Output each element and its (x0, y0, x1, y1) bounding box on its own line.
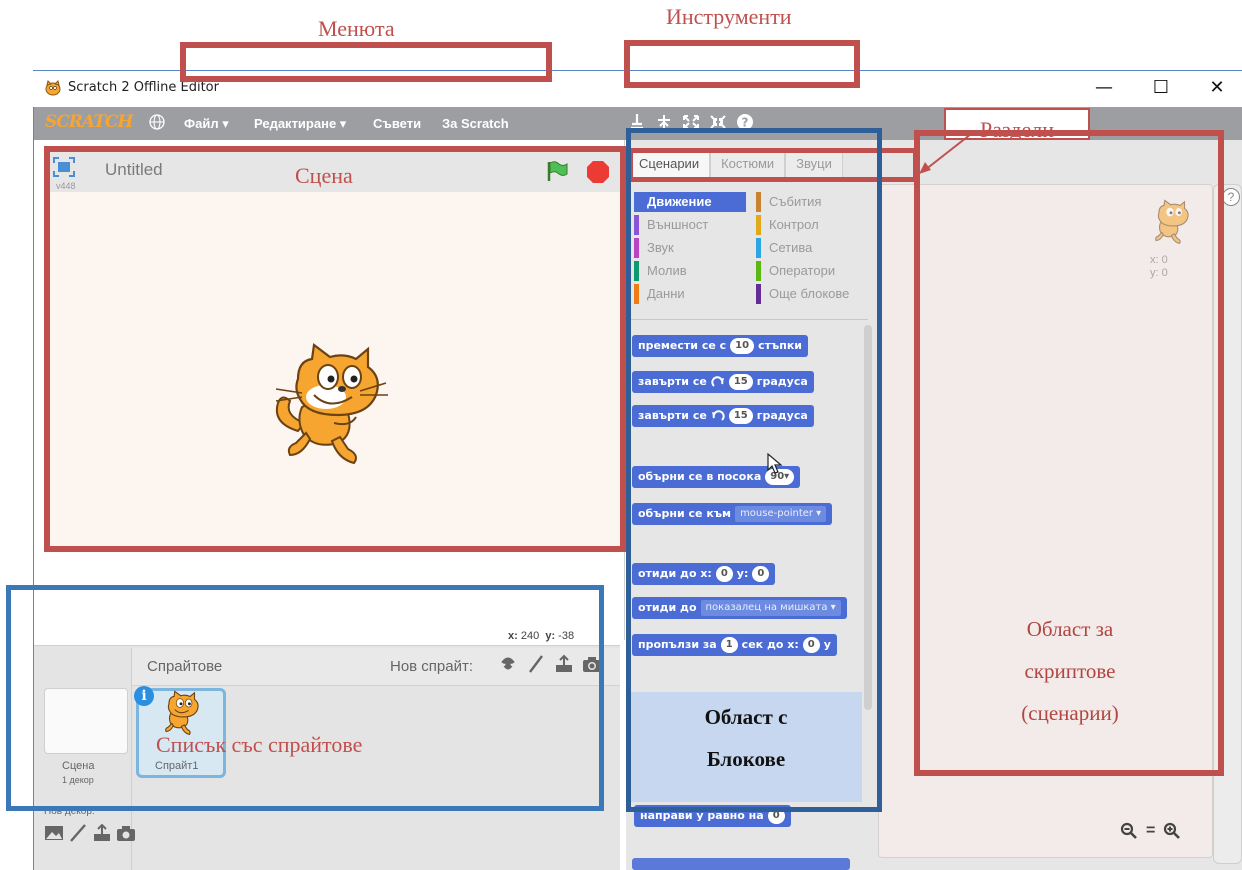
annotation-tools-box (624, 40, 860, 88)
close-button[interactable]: ✕ (1197, 74, 1237, 102)
annotation-sprite-list-label: Списък със спрайтове (156, 732, 363, 757)
annotation-blocks-label-1: Област с (704, 705, 788, 729)
annotation-stage-label: Сцена (295, 163, 353, 188)
zoom-controls: = (1120, 822, 1181, 840)
menu-edit[interactable]: Редактиране ▾ (254, 116, 346, 132)
globe-icon[interactable] (148, 113, 166, 131)
annotation-blocks-label-2: Блокове (706, 747, 786, 771)
window-title: Scratch 2 Offline Editor (68, 80, 219, 95)
menu-about[interactable]: За Scratch (442, 116, 509, 131)
annotation-scripts-label-2: скриптове (1024, 659, 1116, 683)
zoom-in-icon[interactable] (1163, 822, 1181, 840)
zoom-out-icon[interactable] (1120, 822, 1138, 840)
annotation-menus-box (180, 42, 552, 82)
help-icon[interactable]: ? (1222, 188, 1240, 206)
menu-tips[interactable]: Съвети (373, 116, 421, 131)
zoom-reset-button[interactable]: = (1146, 822, 1155, 840)
menu-file[interactable]: Файл ▾ (184, 116, 229, 132)
annotation-scripts-label-1: Област за (1026, 617, 1114, 641)
maximize-button[interactable]: ☐ (1141, 74, 1181, 102)
scratch-logo[interactable]: SCRATCH (45, 112, 133, 132)
annotation-tools-label: Инструменти (666, 4, 792, 29)
annotation-sprite-list-box (6, 585, 604, 811)
scratch-cat-app-icon (45, 80, 61, 96)
annotation-scripts-label-3: (сценарии) (1021, 701, 1119, 725)
block-partial-bottom[interactable] (632, 858, 850, 870)
upload-backdrop-icon[interactable] (92, 824, 112, 842)
paint-backdrop-icon[interactable] (68, 824, 88, 842)
annotation-stage-box (44, 146, 626, 552)
camera-backdrop-icon[interactable] (116, 824, 136, 842)
choose-backdrop-icon[interactable] (44, 824, 64, 842)
minimize-button[interactable]: — (1084, 74, 1124, 102)
new-backdrop-buttons (44, 824, 136, 842)
annotation-menus-label: Менюта (318, 16, 395, 41)
